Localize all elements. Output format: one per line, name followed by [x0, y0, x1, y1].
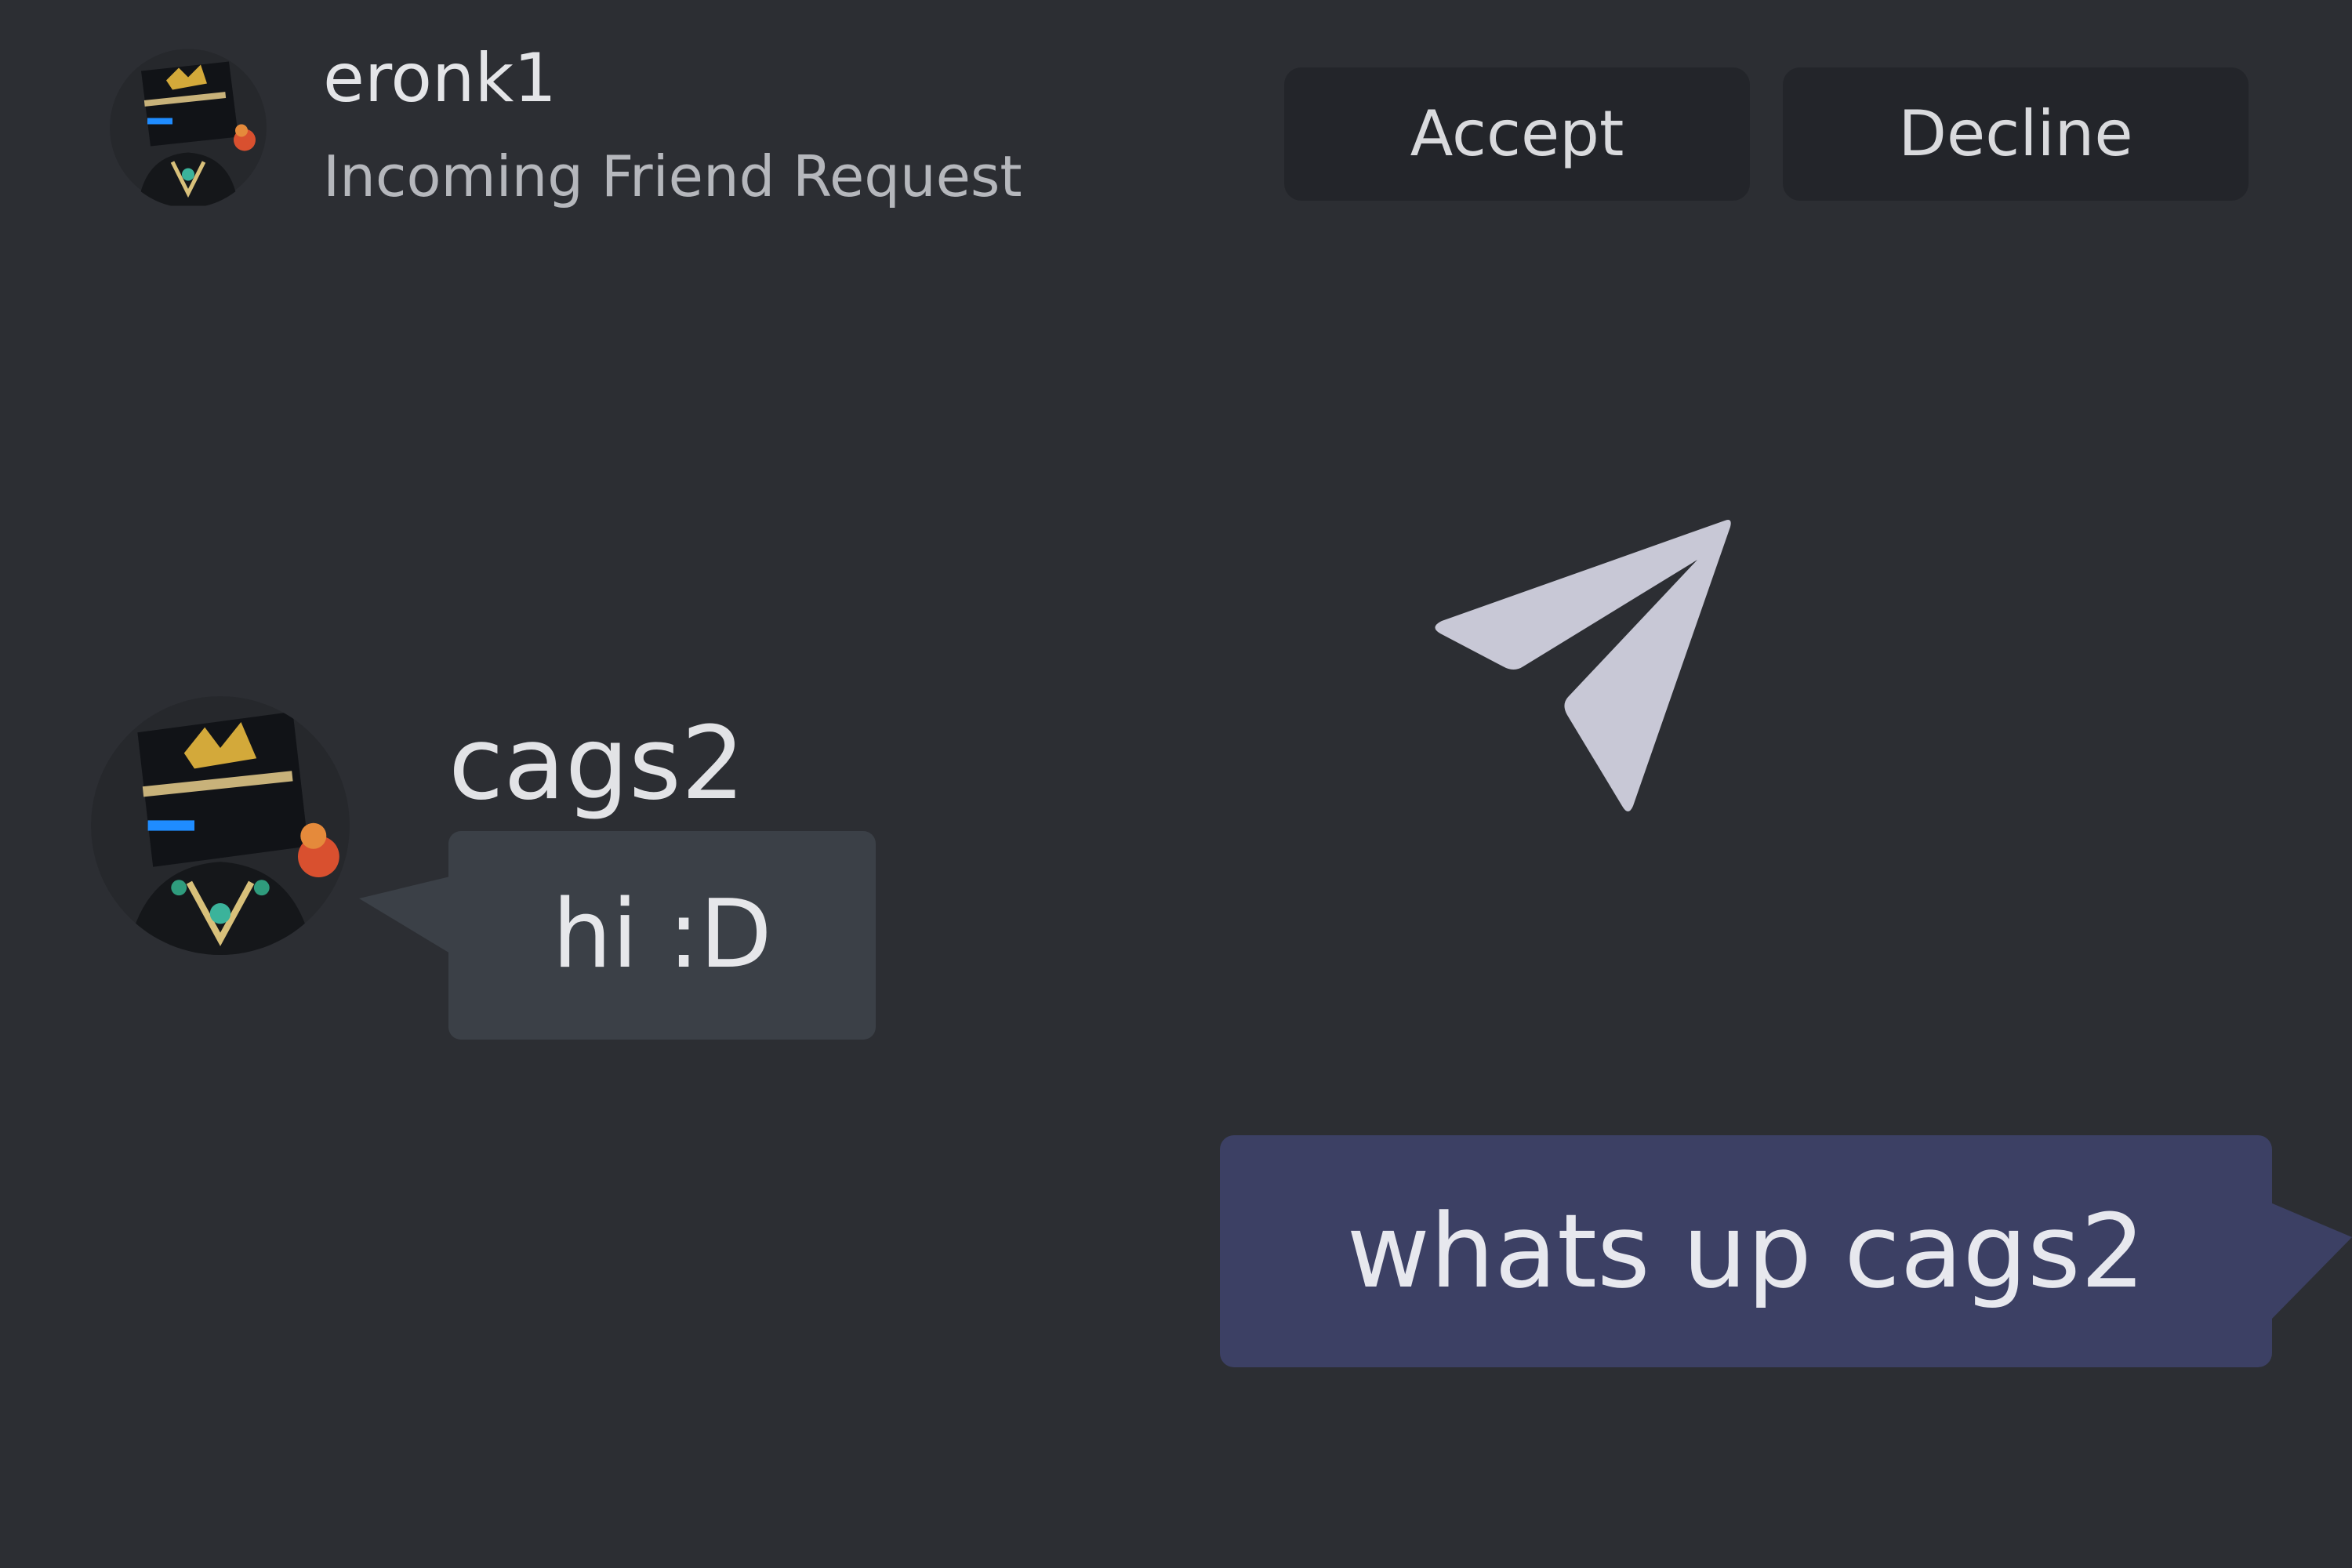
- friend-request-avatar[interactable]: [110, 47, 267, 208]
- send-button[interactable]: [1423, 510, 1744, 823]
- friend-request-username: eronk1: [323, 39, 557, 118]
- paper-plane-icon: [1435, 520, 1731, 811]
- message-sender-avatar[interactable]: [91, 696, 350, 955]
- incoming-bubble-tail: [359, 877, 450, 953]
- message-sender-name: cags2: [448, 706, 746, 822]
- decline-button[interactable]: Decline: [1783, 67, 2249, 201]
- incoming-message-bubble: hi :D: [448, 831, 876, 1040]
- accept-button[interactable]: Accept: [1284, 67, 1750, 201]
- friend-request-subtitle: Incoming Friend Request: [323, 143, 1022, 209]
- avatar-icon: [91, 696, 350, 955]
- outgoing-bubble-tail: [2270, 1203, 2352, 1320]
- outgoing-message-bubble: whats up cags2: [1220, 1135, 2272, 1367]
- avatar-icon: [110, 49, 267, 206]
